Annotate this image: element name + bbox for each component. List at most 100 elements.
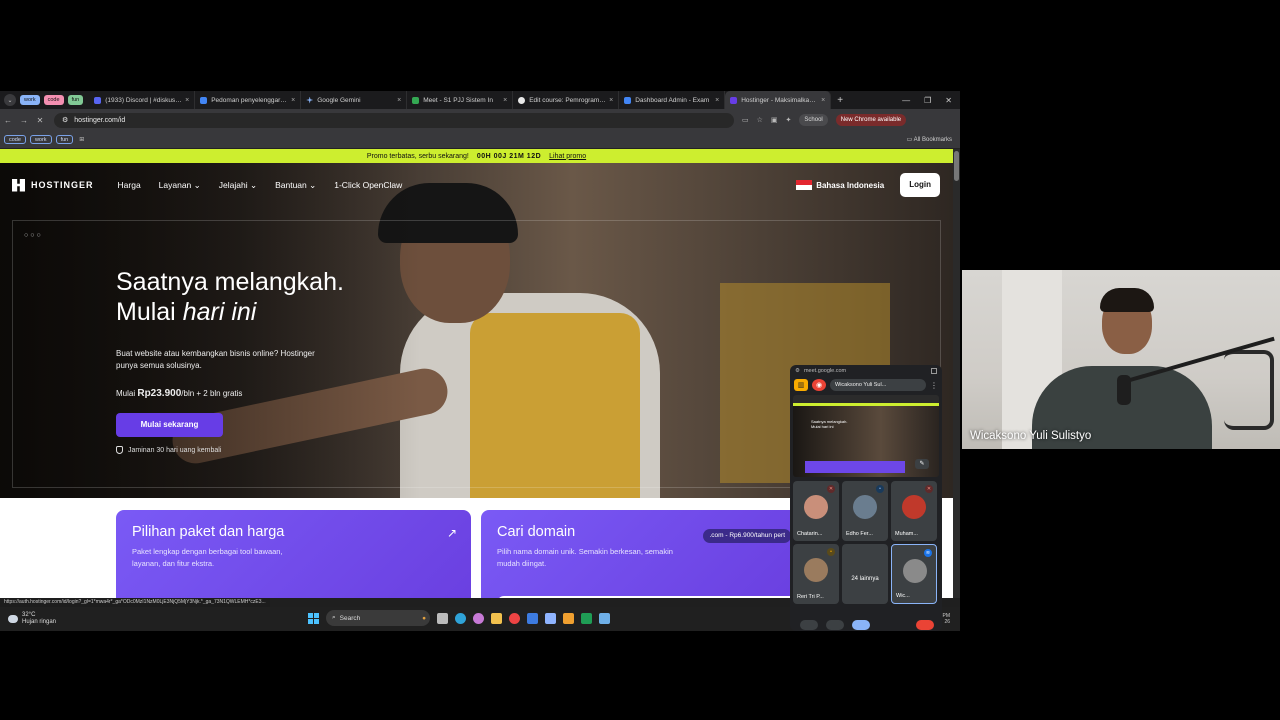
bookmark-star-icon[interactable]: ☆ (757, 116, 763, 124)
pin-icon[interactable]: ✎ (915, 459, 929, 469)
bookmark-group-code[interactable]: code (4, 135, 26, 144)
windows-start-icon[interactable] (308, 612, 319, 624)
card-text: Paket lengkap dengan berbagai tool bawaa… (132, 547, 283, 568)
word-icon[interactable] (527, 612, 538, 624)
all-bookmarks-label: All Bookmarks (913, 137, 952, 143)
close-icon[interactable]: × (185, 97, 189, 104)
participant-tile-others[interactable]: 24 lainnya (842, 544, 888, 604)
tab-meet[interactable]: Meet - S1 PJJ Sistem In × (407, 91, 514, 109)
hostinger-icon (730, 96, 738, 104)
camera-icon[interactable] (826, 620, 844, 630)
share-screen-icon[interactable] (852, 620, 870, 630)
close-window-icon[interactable]: ✕ (945, 96, 952, 105)
close-icon[interactable]: × (821, 97, 825, 104)
all-bookmarks[interactable]: ▭ All Bookmarks (907, 136, 952, 143)
tab-group-work[interactable]: work (20, 95, 40, 105)
excel-icon[interactable] (581, 612, 592, 624)
tab-edit-course[interactable]: Edit course: Pemrograman × (513, 91, 620, 109)
close-icon[interactable]: × (291, 97, 295, 104)
tab-gemini[interactable]: Google Gemini × (301, 91, 408, 109)
notes-icon[interactable] (563, 612, 574, 624)
carousel-dots[interactable]: ○○○ (24, 232, 43, 239)
close-icon[interactable]: × (609, 97, 613, 104)
settings-icon[interactable]: ⚙ (795, 368, 800, 374)
steam-icon[interactable] (599, 612, 610, 624)
participant-name: Reri Tri P... (797, 594, 824, 600)
tab-search-icon[interactable]: ⌄ (4, 94, 16, 106)
weather-widget[interactable]: 32°C Hujan ringan (8, 612, 56, 626)
participant-tile[interactable]: • Reri Tri P... (793, 544, 839, 604)
participant-tile-self[interactable]: ≋ Wic... (891, 544, 937, 604)
close-icon[interactable]: × (397, 97, 401, 104)
hostinger-logo[interactable]: HOSTINGER (12, 178, 94, 192)
mic-off-icon: ✕ (925, 485, 933, 493)
bookmark-group-fun[interactable]: fun (55, 135, 74, 144)
webcam-name-label: Wicaksono Yuli Sulistyo (970, 430, 1092, 442)
tab-group-fun[interactable]: fun (67, 95, 84, 105)
app-icon[interactable] (545, 612, 556, 624)
close-icon[interactable]: × (503, 97, 507, 104)
task-view-icon[interactable] (437, 612, 448, 624)
nav-layanan[interactable]: Layanan ⌄ (159, 180, 201, 191)
hang-up-icon[interactable] (916, 620, 934, 630)
tab-group-code[interactable]: code (43, 95, 64, 105)
more-options-icon[interactable]: ⋮ (930, 381, 938, 390)
edge-icon[interactable] (455, 612, 466, 624)
translate-icon[interactable]: ▣ (771, 116, 778, 124)
copilot-icon[interactable] (473, 612, 484, 624)
domain-search-input[interactable] (497, 596, 797, 598)
presenter-label[interactable]: Wicaksono Yuli Sul... (830, 379, 926, 391)
scrollbar-thumb[interactable] (954, 151, 959, 181)
presentation-preview[interactable]: Saatnya melangkah. Mulai hari ini ✎ (793, 395, 939, 477)
nav-jelajahi[interactable]: Jelajahi ⌄ (219, 180, 257, 191)
card-domain[interactable]: Cari domain Pilih nama domain unik. Sema… (481, 510, 797, 598)
language-selector[interactable]: Bahasa Indonesia (796, 180, 884, 190)
language-label: Bahasa Indonesia (816, 180, 885, 190)
taskbar-search[interactable]: ⌕ Search ● (326, 610, 430, 626)
brand-name: HOSTINGER (31, 180, 94, 190)
hero-subtitle: Buat website atau kembangkan bisnis onli… (116, 349, 315, 370)
maximize-icon[interactable]: ❐ (924, 96, 931, 105)
page-scrollbar[interactable] (953, 149, 960, 598)
site-info-icon[interactable]: ⚙ (62, 116, 68, 124)
promo-link[interactable]: Lihat promo (549, 153, 586, 160)
profile-school[interactable]: School (799, 114, 828, 126)
page-icon (624, 96, 632, 104)
participant-tile[interactable]: ✕ Muham... (891, 481, 937, 541)
card-pricing[interactable]: Pilihan paket dan harga Paket lengkap de… (116, 510, 471, 598)
forward-icon[interactable]: → (16, 116, 32, 125)
address-bar[interactable]: ⚙ hostinger.com/id (54, 112, 734, 128)
cast-icon[interactable]: ▭ (742, 116, 749, 124)
taskbar-clock[interactable]: PM 26 (943, 613, 951, 625)
new-chrome-button[interactable]: New Chrome available (835, 114, 907, 126)
participant-tile[interactable]: ✕ Chatarin... (793, 481, 839, 541)
stop-loading-icon[interactable]: ✕ (32, 116, 48, 125)
extensions-icon[interactable]: ✦ (786, 116, 792, 124)
pip-close-icon[interactable] (931, 368, 937, 374)
preview-title: Saatnya melangkah. Mulai hari ini (811, 419, 848, 429)
mic-icon[interactable] (800, 620, 818, 630)
meet-pip-window[interactable]: ⚙ meet.google.com ▥ ◉ Wicaksono Yuli Sul… (790, 365, 942, 631)
whiteboard-icon[interactable]: ▥ (794, 379, 808, 391)
record-icon[interactable]: ◉ (812, 379, 826, 391)
nav-openclaw[interactable]: 1-Click OpenClaw (334, 180, 402, 191)
tab-hostinger[interactable]: Hostinger - Maksimalkan p × (725, 91, 832, 109)
participant-tile[interactable]: • Edho Fer... (842, 481, 888, 541)
file-explorer-icon[interactable] (491, 612, 502, 624)
tab-discord[interactable]: (1933) Discord | #diskusi_p × (89, 91, 196, 109)
close-icon[interactable]: × (715, 97, 719, 104)
login-button[interactable]: Login (900, 173, 940, 197)
tab-dashboard[interactable]: Dashboard Admin - Exam × (619, 91, 726, 109)
nav-bantuan[interactable]: Bantuan ⌄ (275, 180, 316, 191)
start-now-button[interactable]: Mulai sekarang (116, 413, 223, 437)
chrome-icon[interactable] (509, 612, 520, 624)
new-tab-icon[interactable]: + (837, 95, 843, 106)
nav-harga[interactable]: Harga (118, 180, 141, 191)
tab-pedoman[interactable]: Pedoman penyelenggaraan × (195, 91, 302, 109)
avatar (903, 559, 927, 583)
bookmark-group-work[interactable]: work (29, 135, 52, 144)
hero-title-italic: hari ini (182, 298, 257, 326)
apps-grid-icon[interactable]: ⊞ (79, 136, 84, 143)
minimize-icon[interactable]: — (902, 96, 910, 105)
back-icon[interactable]: ← (0, 116, 16, 125)
